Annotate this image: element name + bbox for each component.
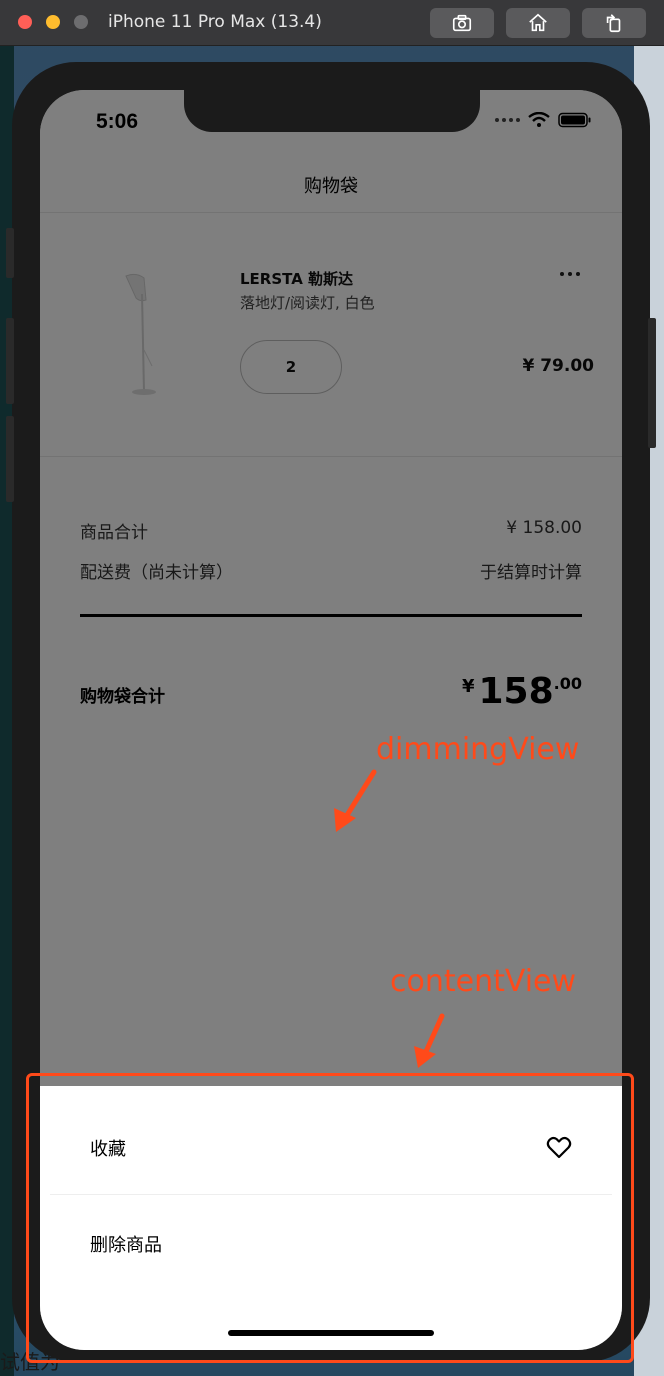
home-icon [529,13,547,32]
rotate-button[interactable] [582,8,646,38]
zoom-window-button[interactable] [74,15,88,29]
screenshot-button[interactable] [430,8,494,38]
content-view-annotation: contentView [390,964,577,999]
camera-icon [452,14,472,32]
dimming-view-annotation: dimmingView [376,732,580,767]
mute-switch [6,228,14,278]
side-power-button [648,318,656,448]
window-title: iPhone 11 Pro Max (13.4) [108,12,322,32]
volume-down-button [6,416,14,502]
content-arrow-icon [414,1013,445,1068]
dimming-arrow-icon [334,769,377,832]
notch [184,90,480,132]
rotate-icon [606,14,621,33]
minimize-window-button[interactable] [46,15,60,29]
home-button[interactable] [506,8,570,38]
close-window-button[interactable] [18,15,32,29]
volume-up-button [6,318,14,404]
content-view-highlight [26,1073,634,1363]
simulator-titlebar: iPhone 11 Pro Max (13.4) [0,0,664,46]
